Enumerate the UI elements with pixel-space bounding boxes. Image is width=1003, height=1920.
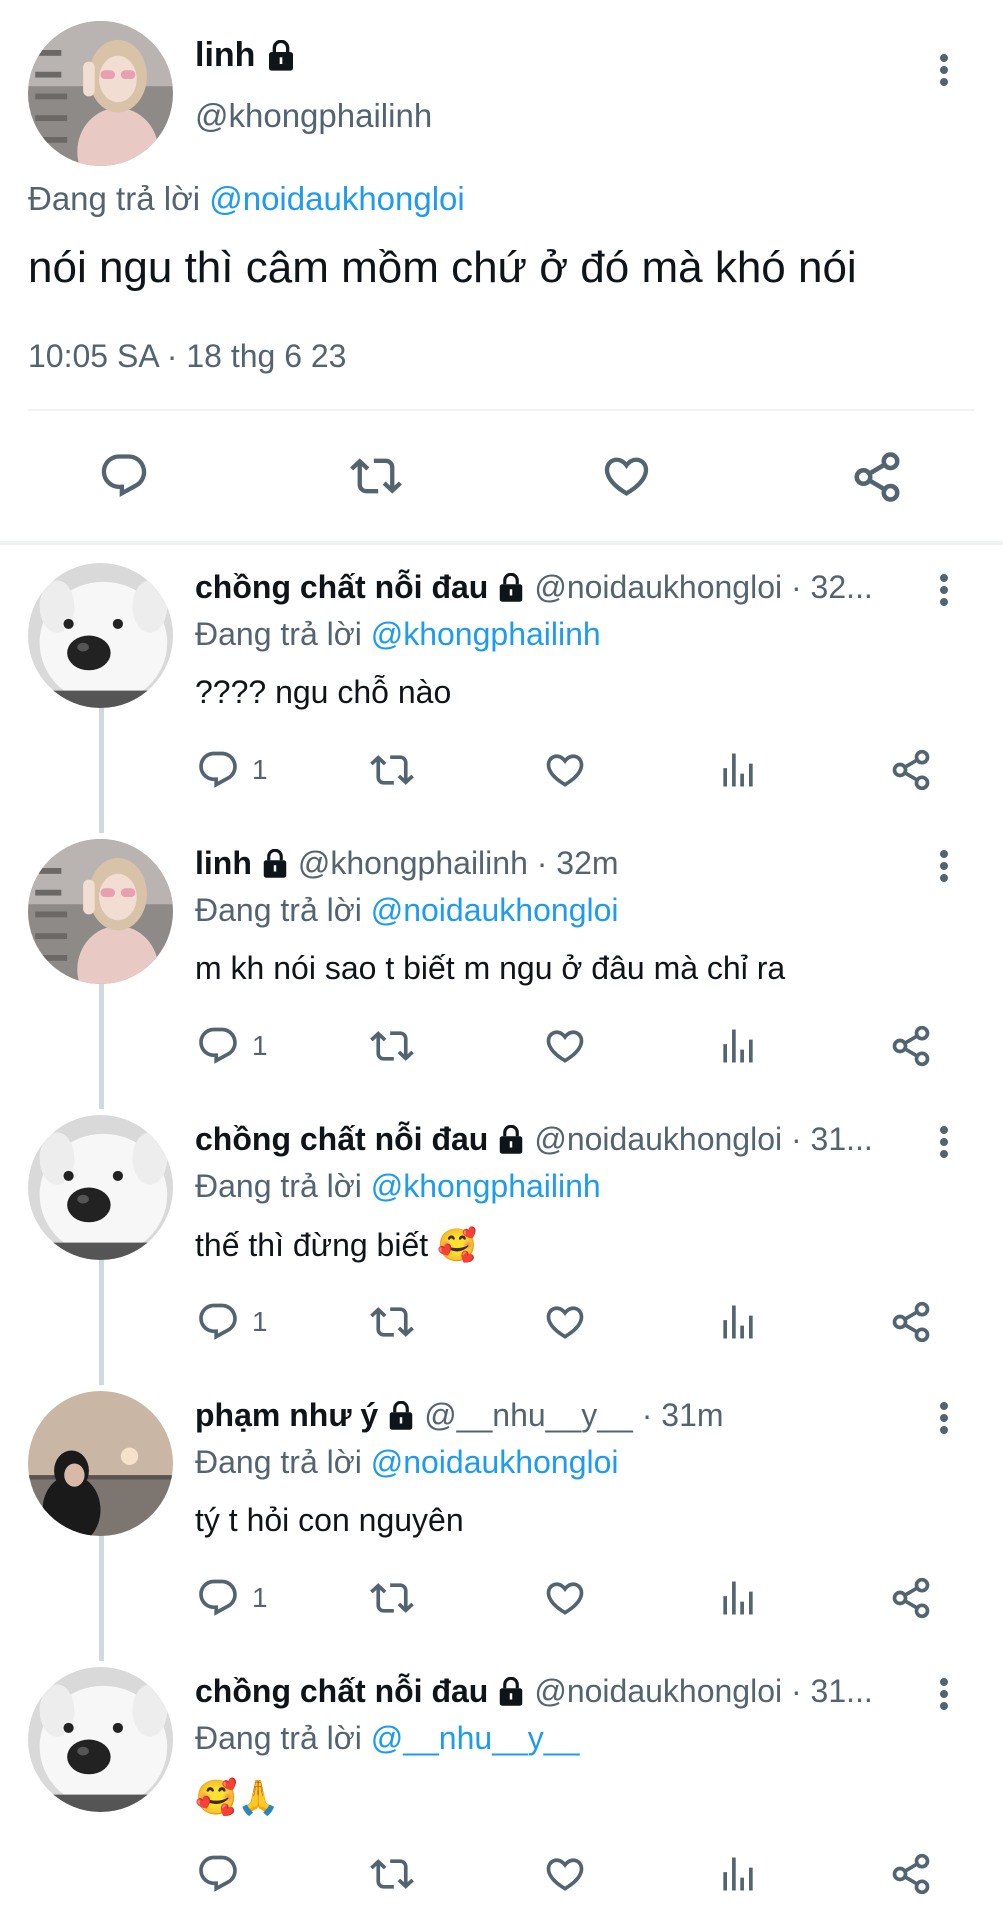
tweet-text: tý t hỏi con nguyên [195, 1502, 464, 1538]
share-icon[interactable] [850, 450, 904, 504]
avatar[interactable] [28, 1391, 173, 1536]
replying-to-link[interactable]: @__nhu__y__ [371, 1720, 580, 1756]
retweet-icon[interactable] [347, 450, 405, 502]
retweet-icon[interactable] [368, 1852, 416, 1901]
tweet-text: 🥰🙏 [195, 1779, 280, 1817]
share-icon[interactable] [889, 1852, 933, 1901]
avatar[interactable] [28, 21, 173, 166]
divider [28, 409, 975, 411]
lock-icon [260, 849, 290, 879]
replying-to-link[interactable]: @khongphailinh [371, 1168, 601, 1204]
like-icon[interactable] [542, 1852, 588, 1901]
reply-icon[interactable] [196, 1300, 240, 1344]
reply-count: 1 [252, 1030, 268, 1061]
more-icon[interactable] [940, 1398, 948, 1438]
author-handle[interactable]: @khongphailinh [195, 97, 432, 135]
avatar[interactable] [28, 1667, 173, 1812]
author-name[interactable]: linh [195, 845, 252, 882]
views-icon[interactable] [716, 1576, 760, 1625]
author-handle[interactable]: @khongphailinh · 32m [298, 845, 619, 882]
replying-label: Đang trả lời [28, 180, 201, 217]
lock-icon [496, 573, 526, 603]
thread-line [99, 707, 104, 833]
lock-icon [386, 1401, 416, 1431]
reply-icon[interactable] [196, 1024, 240, 1068]
like-icon[interactable] [599, 450, 654, 502]
author-name[interactable]: linh [195, 36, 255, 75]
more-icon[interactable] [940, 570, 948, 610]
tweet-text: nói ngu thì câm mồm chứ ở đó mà khó nói [28, 243, 857, 292]
author-name[interactable]: phạm như ý [195, 1397, 378, 1434]
more-icon[interactable] [940, 1122, 948, 1162]
retweet-icon[interactable] [368, 1024, 416, 1073]
lock-icon [496, 1125, 526, 1155]
like-icon[interactable] [542, 1300, 588, 1349]
author-name[interactable]: chồng chất nỗi đau [195, 1121, 488, 1158]
share-icon[interactable] [889, 1300, 933, 1349]
reply-count: 1 [252, 1306, 268, 1337]
thread-line [99, 1259, 104, 1385]
avatar[interactable] [28, 563, 173, 708]
reply-count: 1 [252, 1582, 268, 1613]
replying-label: Đang trả lời [195, 1720, 362, 1756]
tweet-text: m kh nói sao t biết m ngu ở đâu mà chỉ r… [195, 950, 786, 986]
replying-to-link[interactable]: @noidaukhongloi [371, 1444, 619, 1480]
views-icon[interactable] [716, 1852, 760, 1901]
retweet-icon[interactable] [368, 748, 416, 797]
reply-action[interactable]: 1 [196, 1300, 268, 1344]
replying-to-link[interactable]: @noidaukhongloi [209, 180, 465, 217]
author-handle[interactable]: @noidaukhongloi · 31... [534, 1121, 872, 1158]
tweet-timestamp[interactable]: 10:05 SA · 18 thg 6 23 [28, 338, 346, 375]
like-icon[interactable] [542, 1576, 588, 1625]
section-divider [0, 541, 1003, 545]
reply-icon[interactable] [98, 450, 150, 502]
thread-line [99, 983, 104, 1109]
reply-icon[interactable] [196, 1852, 240, 1901]
replying-label: Đang trả lời [195, 1168, 362, 1204]
lock-icon [265, 40, 297, 72]
views-icon[interactable] [716, 748, 760, 797]
tweet-text: ???? ngu chỗ nào [195, 674, 452, 710]
replying-to-link[interactable]: @khongphailinh [371, 616, 601, 652]
author-name[interactable]: chồng chất nỗi đau [195, 569, 488, 606]
replying-label: Đang trả lời [195, 892, 362, 928]
share-icon[interactable] [889, 1024, 933, 1073]
avatar[interactable] [28, 839, 173, 984]
reply-action[interactable]: 1 [196, 748, 268, 792]
like-icon[interactable] [542, 1024, 588, 1073]
reply-action[interactable]: 1 [196, 1024, 268, 1068]
lock-icon [496, 1677, 526, 1707]
more-icon[interactable] [940, 1674, 948, 1714]
share-icon[interactable] [889, 748, 933, 797]
replying-to-link[interactable]: @noidaukhongloi [371, 892, 619, 928]
reply-count: 1 [252, 754, 268, 785]
like-icon[interactable] [542, 748, 588, 797]
retweet-icon[interactable] [368, 1300, 416, 1349]
author-handle[interactable]: @noidaukhongloi · 31... [534, 1673, 872, 1710]
share-icon[interactable] [889, 1576, 933, 1625]
author-name[interactable]: chồng chất nỗi đau [195, 1673, 488, 1710]
more-icon[interactable] [940, 846, 948, 886]
author-handle[interactable]: @__nhu__y__ · 31m [424, 1397, 723, 1434]
thread-line [99, 1535, 104, 1661]
views-icon[interactable] [716, 1024, 760, 1073]
retweet-icon[interactable] [368, 1576, 416, 1625]
avatar[interactable] [28, 1115, 173, 1260]
more-icon[interactable] [940, 50, 948, 90]
reply-icon[interactable] [196, 748, 240, 792]
reply-icon[interactable] [196, 1576, 240, 1620]
reply-action[interactable]: 1 [196, 1576, 268, 1620]
tweet-text: thế thì đừng biết 🥰 [195, 1227, 477, 1263]
author-handle[interactable]: @noidaukhongloi · 32... [534, 569, 872, 606]
replying-label: Đang trả lời [195, 1444, 362, 1480]
replying-label: Đang trả lời [195, 616, 362, 652]
views-icon[interactable] [716, 1300, 760, 1349]
